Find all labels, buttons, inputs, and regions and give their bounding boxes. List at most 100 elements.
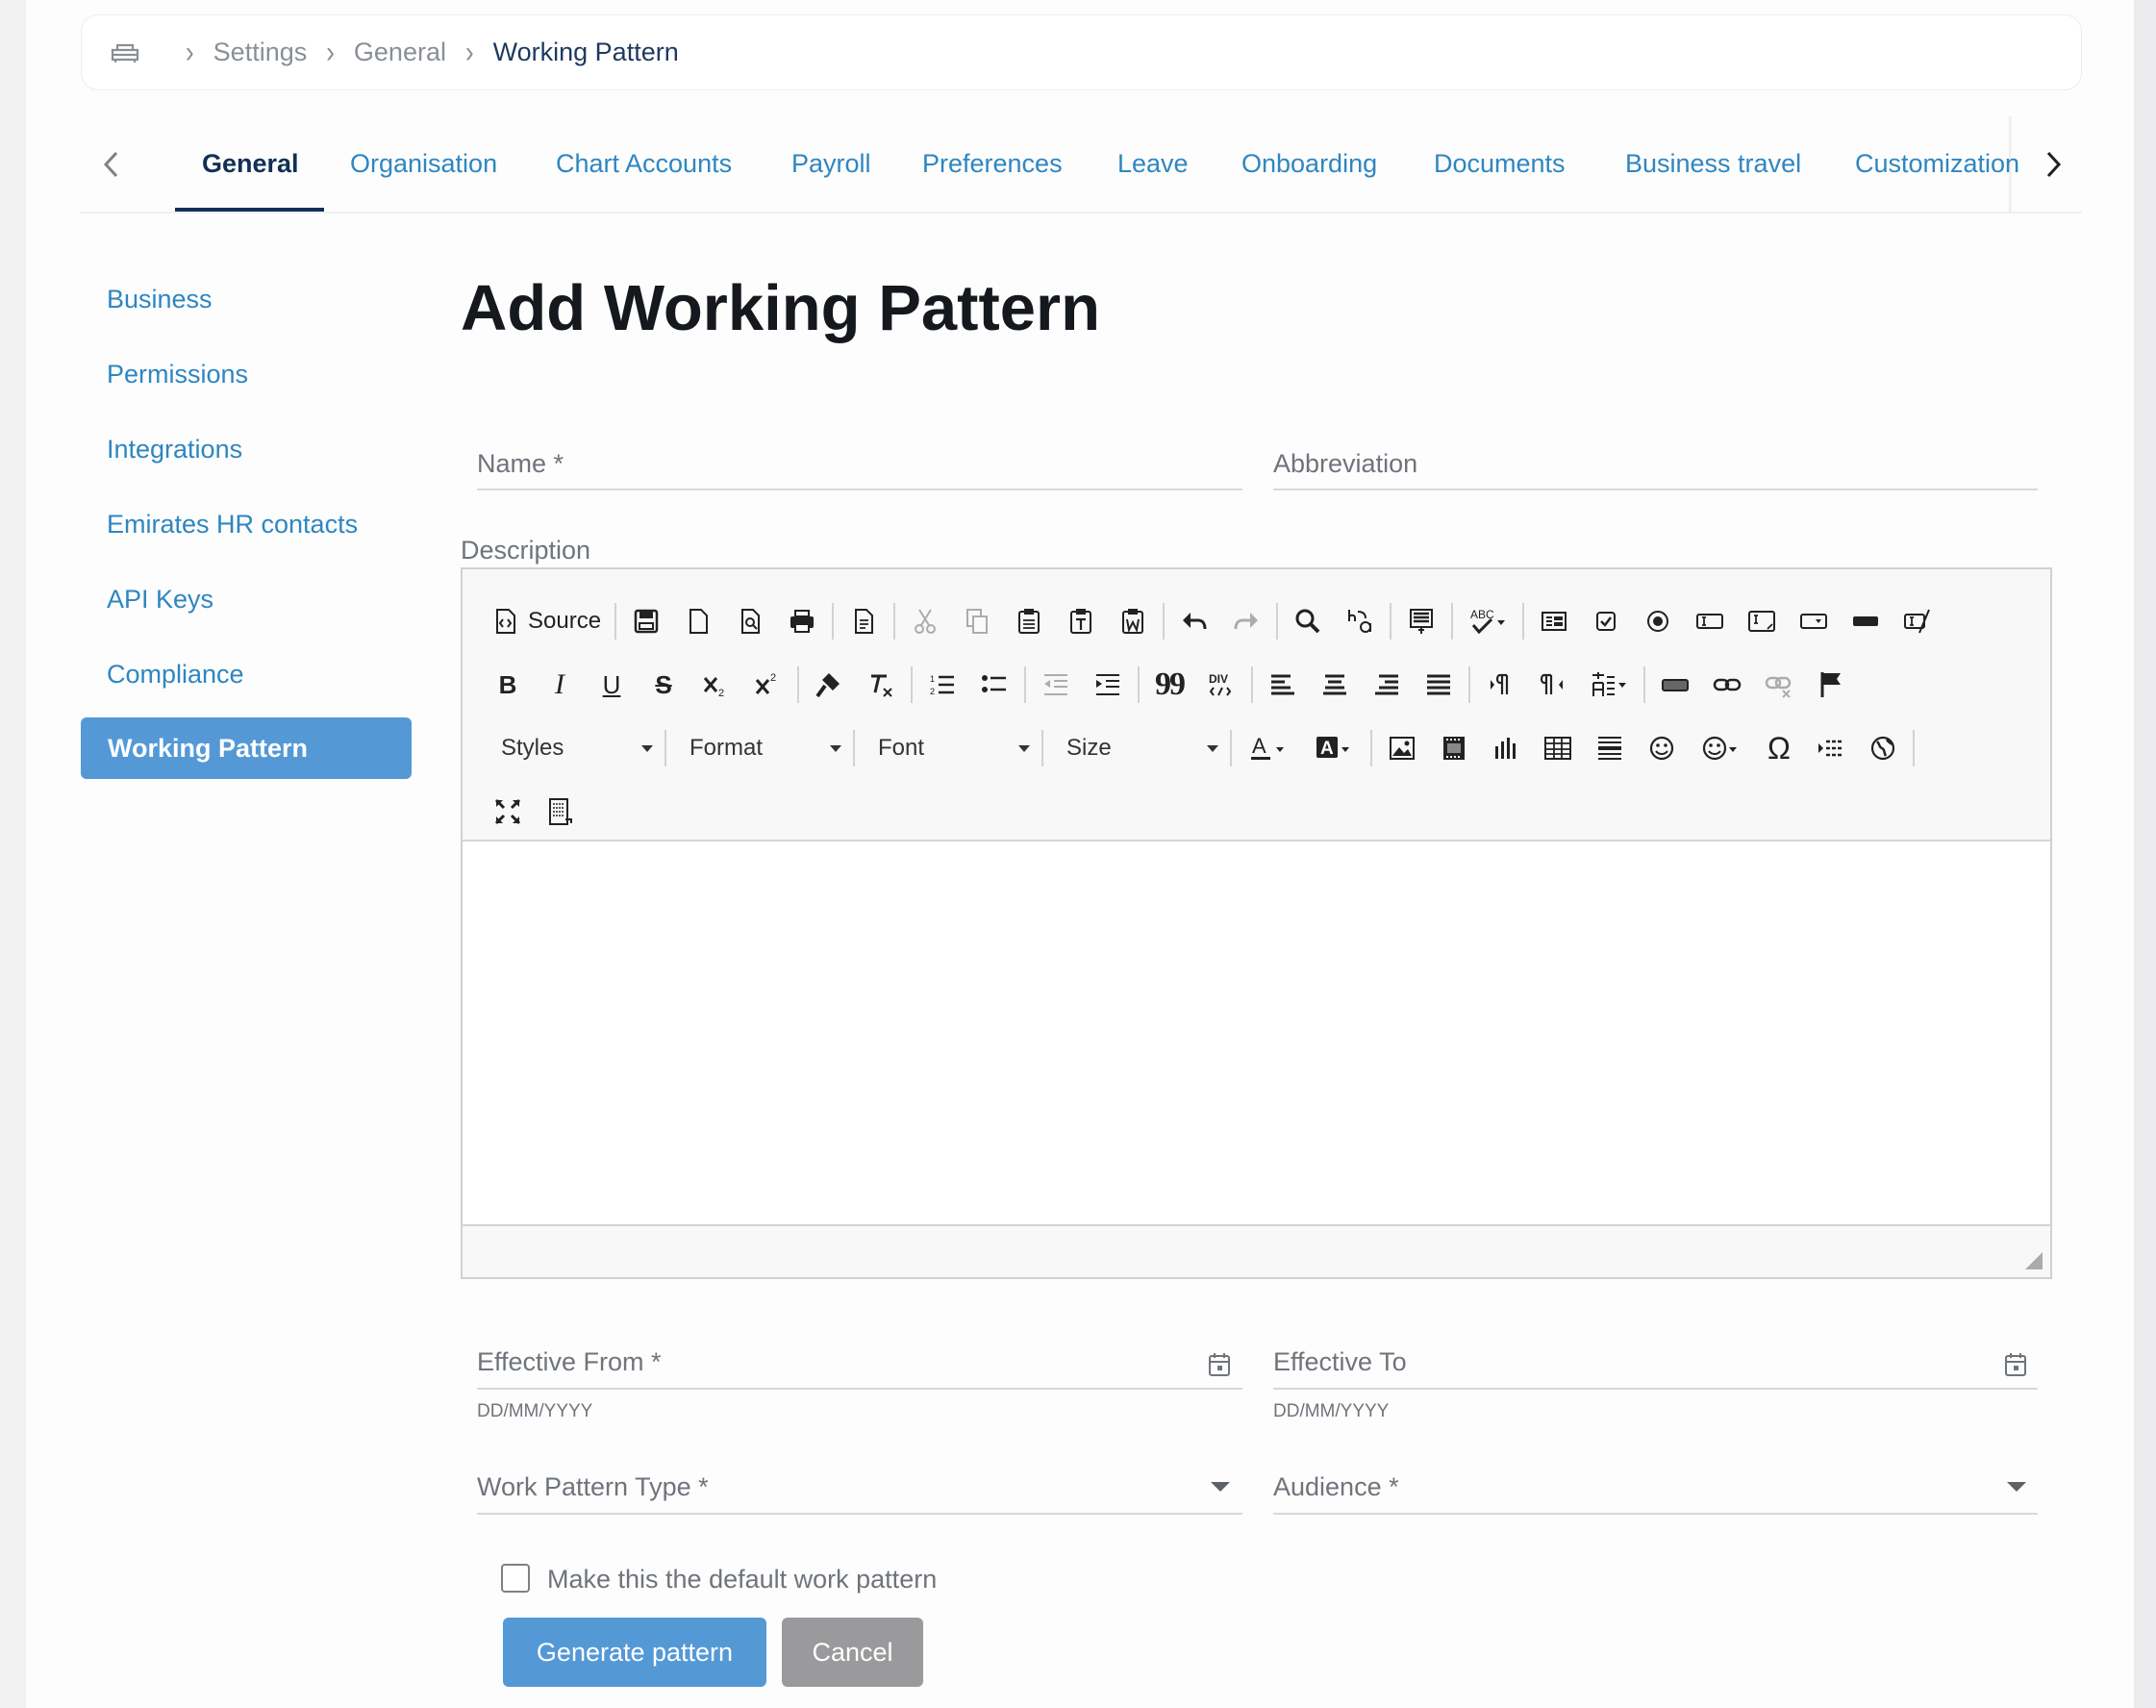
unlink-icon[interactable] <box>1753 658 1805 712</box>
effective-to-field[interactable]: Effective To <box>1273 1347 1407 1377</box>
sidebar-item-permissions[interactable]: Permissions <box>107 360 248 389</box>
tab-general[interactable]: General <box>202 149 299 179</box>
paste-from-word-icon[interactable] <box>1107 594 1159 648</box>
tab-preferences[interactable]: Preferences <box>922 149 1063 179</box>
div-container-icon[interactable]: DIV <box>1195 658 1247 712</box>
tabs-scroll-right-button[interactable] <box>2034 143 2072 186</box>
abbreviation-field[interactable]: Abbreviation <box>1273 449 1417 479</box>
breadcrumb-general[interactable]: General <box>354 38 446 67</box>
tab-leave[interactable]: Leave <box>1117 149 1189 179</box>
save-icon[interactable] <box>620 594 672 648</box>
align-center-icon[interactable] <box>1309 658 1361 712</box>
radio-icon[interactable] <box>1632 594 1684 648</box>
blockquote-icon[interactable]: 99 <box>1143 658 1195 712</box>
audience-select[interactable]: Audience * <box>1273 1472 1399 1502</box>
page-break-icon[interactable] <box>1805 721 1857 775</box>
cancel-button[interactable]: Cancel <box>782 1618 923 1687</box>
justify-icon[interactable] <box>1413 658 1465 712</box>
chevron-down-icon[interactable] <box>2007 1482 2026 1492</box>
remove-format-icon[interactable] <box>855 658 907 712</box>
select-all-icon[interactable] <box>1395 594 1447 648</box>
paste-text-icon[interactable] <box>1055 594 1107 648</box>
button-field-icon[interactable] <box>1840 594 1892 648</box>
copy-icon[interactable] <box>951 594 1003 648</box>
tab-customization[interactable]: Customization <box>1855 149 2019 179</box>
text-direction-rtl-icon[interactable] <box>1526 658 1578 712</box>
text-field-icon[interactable] <box>1684 594 1736 648</box>
flag-icon[interactable] <box>1805 658 1857 712</box>
sidebar-item-api-keys[interactable]: API Keys <box>107 585 213 615</box>
background-color-icon[interactable]: A <box>1301 721 1366 775</box>
copy-format-icon[interactable] <box>803 658 855 712</box>
office-icon[interactable] <box>109 41 141 64</box>
form-icon[interactable] <box>1528 594 1580 648</box>
bold-icon[interactable]: B <box>482 658 534 712</box>
checkbox-icon[interactable] <box>1580 594 1632 648</box>
align-right-icon[interactable] <box>1361 658 1413 712</box>
increase-indent-icon[interactable] <box>1082 658 1134 712</box>
calendar-icon[interactable] <box>2004 1352 2027 1377</box>
work-pattern-type-select[interactable]: Work Pattern Type * <box>477 1472 709 1502</box>
print-icon[interactable] <box>776 594 828 648</box>
name-field[interactable]: Name * <box>477 449 564 479</box>
image-icon[interactable] <box>1376 721 1428 775</box>
undo-icon[interactable] <box>1168 594 1220 648</box>
font-dropdown[interactable]: Font <box>859 723 1038 773</box>
resize-handle-icon[interactable] <box>2025 1252 2043 1269</box>
sidebar-item-compliance[interactable]: Compliance <box>107 660 244 690</box>
cut-icon[interactable] <box>899 594 951 648</box>
superscript-icon[interactable]: 2 <box>741 658 793 712</box>
sidebar-item-working-pattern[interactable]: Working Pattern <box>81 717 412 779</box>
special-character-icon[interactable]: Ω <box>1753 721 1805 775</box>
align-left-icon[interactable] <box>1257 658 1309 712</box>
flash-icon[interactable] <box>1428 721 1480 775</box>
tab-chart-accounts[interactable]: Chart Accounts <box>556 149 732 179</box>
textarea-icon[interactable] <box>1736 594 1788 648</box>
format-dropdown[interactable]: Format <box>670 723 849 773</box>
emoji-dropdown-icon[interactable] <box>1688 721 1753 775</box>
underline-icon[interactable]: U <box>586 658 638 712</box>
tab-business-travel[interactable]: Business travel <box>1625 149 1801 179</box>
link-icon[interactable] <box>1701 658 1753 712</box>
editor-content-area[interactable] <box>463 841 2050 1226</box>
replace-icon[interactable] <box>1334 594 1386 648</box>
text-color-icon[interactable]: A <box>1236 721 1301 775</box>
chart-icon[interactable] <box>1480 721 1532 775</box>
preview-icon[interactable] <box>724 594 776 648</box>
show-blocks-icon[interactable] <box>534 785 586 839</box>
smiley-icon[interactable] <box>1636 721 1688 775</box>
tab-onboarding[interactable]: Onboarding <box>1241 149 1377 179</box>
spell-check-icon[interactable]: ABC <box>1457 594 1518 648</box>
sidebar-item-business[interactable]: Business <box>107 285 213 314</box>
default-pattern-label[interactable]: Make this the default work pattern <box>547 1565 937 1595</box>
sidebar-item-emirates-hr-contacts[interactable]: Emirates HR contacts <box>107 510 358 540</box>
chevron-down-icon[interactable] <box>1211 1482 1230 1492</box>
language-icon[interactable] <box>1578 658 1640 712</box>
templates-icon[interactable] <box>838 594 890 648</box>
subscript-icon[interactable]: 2 <box>689 658 741 712</box>
tabs-scroll-left-button[interactable] <box>92 143 131 186</box>
new-page-icon[interactable] <box>672 594 724 648</box>
tab-payroll[interactable]: Payroll <box>791 149 871 179</box>
horizontal-line-icon[interactable] <box>1584 721 1636 775</box>
strikethrough-icon[interactable]: S <box>638 658 689 712</box>
decrease-indent-icon[interactable] <box>1030 658 1082 712</box>
tab-documents[interactable]: Documents <box>1434 149 1566 179</box>
source-button[interactable]: Source <box>482 594 611 648</box>
calendar-icon[interactable] <box>1208 1352 1231 1377</box>
bulleted-list-icon[interactable] <box>968 658 1020 712</box>
maximize-icon[interactable] <box>482 785 534 839</box>
sidebar-item-integrations[interactable]: Integrations <box>107 435 242 465</box>
generate-pattern-button[interactable]: Generate pattern <box>503 1618 766 1687</box>
italic-icon[interactable]: I <box>534 658 586 712</box>
hidden-field-icon[interactable] <box>1892 594 1943 648</box>
table-icon[interactable] <box>1532 721 1584 775</box>
globe-icon[interactable] <box>1857 721 1909 775</box>
styles-dropdown[interactable]: Styles <box>482 723 661 773</box>
anchor-field-icon[interactable] <box>1649 658 1701 712</box>
tab-organisation[interactable]: Organisation <box>350 149 497 179</box>
effective-from-field[interactable]: Effective From * <box>477 1347 662 1377</box>
size-dropdown[interactable]: Size <box>1047 723 1226 773</box>
default-pattern-checkbox[interactable] <box>501 1564 530 1593</box>
select-field-icon[interactable] <box>1788 594 1840 648</box>
